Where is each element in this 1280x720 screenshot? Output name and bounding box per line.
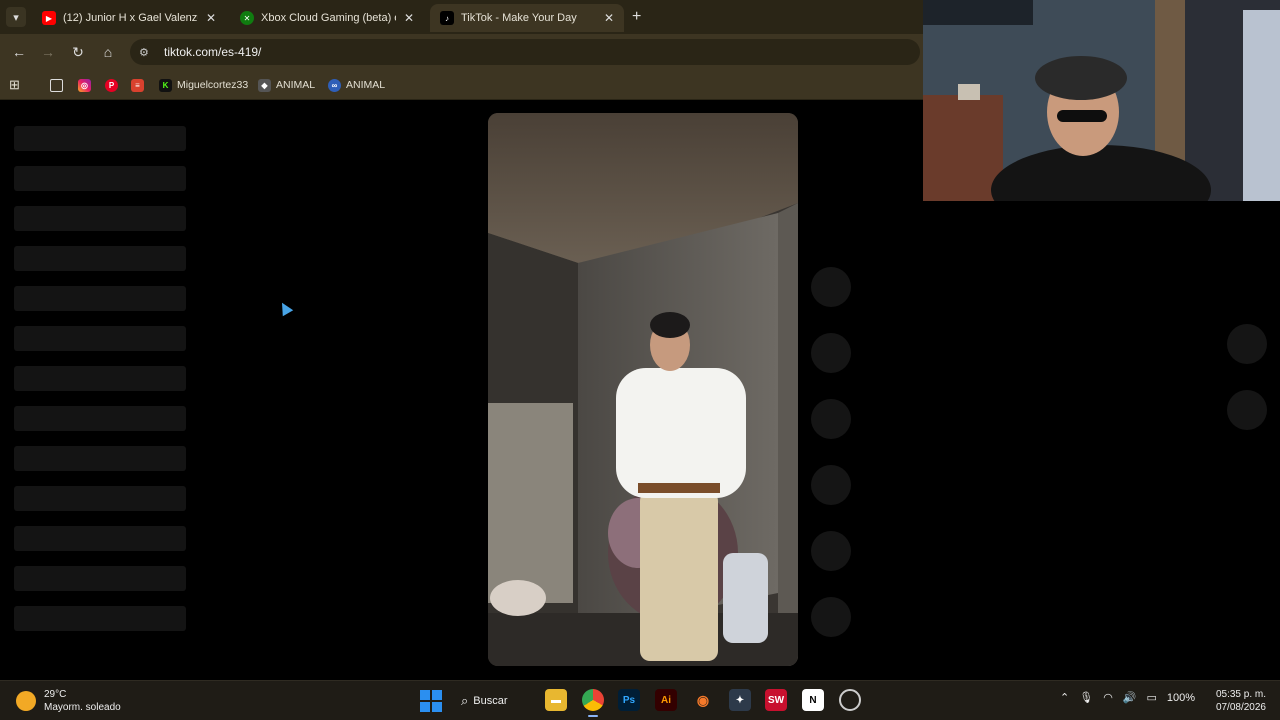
tab-xbox[interactable]: ✕ Xbox Cloud Gaming (beta) en X ✕ xyxy=(230,4,424,32)
taskbar-clock[interactable]: 05:35 p. m. 07/08/2026 xyxy=(1208,688,1266,714)
close-icon[interactable]: ✕ xyxy=(604,11,614,25)
nav-down-button[interactable] xyxy=(1227,390,1267,430)
action-button-placeholder[interactable] xyxy=(811,465,851,505)
action-button-placeholder[interactable] xyxy=(811,267,851,307)
apps-grid-icon[interactable]: ⊞ xyxy=(9,76,20,94)
tab-search-button[interactable]: ▾ xyxy=(6,7,26,27)
bookmark-folder[interactable] xyxy=(50,76,68,94)
weather-widget[interactable]: 29°C Mayorm. soleado xyxy=(16,688,121,714)
bookmark-label: Miguelcortez33 xyxy=(177,79,249,91)
action-button-placeholder[interactable] xyxy=(811,597,851,637)
wifi-icon[interactable]: ◠ xyxy=(1103,691,1113,704)
home-icon[interactable]: ⌂ xyxy=(99,43,117,61)
skeleton-row xyxy=(14,566,186,591)
system-tray: ⌃ 🎙 ◠ 🔊 ▭ 100% xyxy=(1060,691,1205,705)
bookmark-label: ANIMAL xyxy=(346,79,386,91)
reload-icon[interactable]: ↻ xyxy=(69,43,87,61)
back-icon[interactable]: ← xyxy=(10,43,28,61)
kick-icon: K xyxy=(159,78,172,92)
browser-toolbar: ← → ↻ ⌂ ⚙ tiktok.com/es-419/ xyxy=(0,34,923,70)
windows-start-icon[interactable] xyxy=(420,690,442,712)
davinci-icon[interactable]: ✦ xyxy=(729,689,751,711)
animal-icon: ◆ xyxy=(258,78,271,92)
skeleton-row xyxy=(14,606,186,631)
steam-icon[interactable] xyxy=(839,689,861,711)
skeleton-row xyxy=(14,326,186,351)
folder-icon xyxy=(50,78,63,92)
search-label: Buscar xyxy=(473,695,508,707)
tab-title: TikTok - Make Your Day xyxy=(461,12,577,24)
video-player[interactable] xyxy=(488,113,798,666)
skeleton-row xyxy=(14,206,186,231)
tab-title: Xbox Cloud Gaming (beta) en X xyxy=(261,12,396,24)
youtube-icon: ▶ xyxy=(42,11,56,25)
battery-icon[interactable]: ▭ xyxy=(1147,691,1157,704)
bookmark-label: ANIMAL xyxy=(276,79,316,91)
site-info-icon[interactable]: ⚙ xyxy=(139,46,155,59)
bookmark-pinterest[interactable]: P xyxy=(105,76,123,94)
windows-taskbar: 29°C Mayorm. soleado ⌕ Buscar ▬ Ps Ai ◉ … xyxy=(0,680,1280,720)
action-button-placeholder[interactable] xyxy=(811,531,851,571)
action-placeholders xyxy=(811,267,851,663)
bookmarks-bar: ⊞ ◎ P ≡ K Miguelcortez33 ◆ ANIMAL ∞ ANIM… xyxy=(0,70,923,100)
bookmark-animal-1[interactable]: ◆ ANIMAL xyxy=(258,76,315,94)
skeleton-row xyxy=(14,286,186,311)
instagram-icon: ◎ xyxy=(78,78,91,92)
clock-time: 05:35 p. m. xyxy=(1215,689,1266,700)
video-frame xyxy=(488,113,798,666)
webcam-overlay xyxy=(923,0,1280,201)
blender-icon[interactable]: ◉ xyxy=(692,689,714,711)
weather-temp: 29°C xyxy=(44,689,67,700)
skeleton-row xyxy=(14,406,186,431)
solidworks-icon[interactable]: SW xyxy=(765,689,787,711)
tab-tiktok[interactable]: ♪ TikTok - Make Your Day ✕ xyxy=(430,4,624,32)
new-tab-button[interactable]: + xyxy=(632,8,641,26)
photoshop-icon[interactable]: Ps xyxy=(618,689,640,711)
clock-date: 07/08/2026 xyxy=(1215,702,1266,713)
weather-desc: Mayorm. soleado xyxy=(44,702,121,713)
chrome-icon[interactable] xyxy=(582,689,604,717)
weather-sun-icon xyxy=(16,691,36,711)
skeleton-row xyxy=(14,126,186,151)
pinterest-icon: P xyxy=(105,78,118,92)
mouse-cursor-icon xyxy=(276,299,294,317)
sidebar-skeleton xyxy=(14,126,186,646)
skeleton-row xyxy=(14,446,186,471)
url-text: tiktok.com/es-419/ xyxy=(164,45,262,59)
skeleton-row xyxy=(14,246,186,271)
forward-icon[interactable]: → xyxy=(39,43,57,61)
microphone-icon[interactable]: 🎙 xyxy=(1079,691,1093,704)
tab-bar: ▾ ▶ (12) Junior H x Gael Valenzuela ✕ ✕ … xyxy=(0,0,923,34)
volume-icon[interactable]: 🔊 xyxy=(1123,691,1137,704)
nav-up-button[interactable] xyxy=(1227,324,1267,364)
webcam-image xyxy=(923,0,1280,201)
skeleton-row xyxy=(14,366,186,391)
skeleton-row xyxy=(14,526,186,551)
screen: ▾ ▶ (12) Junior H x Gael Valenzuela ✕ ✕ … xyxy=(0,0,1280,720)
skeleton-row xyxy=(14,486,186,511)
file-explorer-icon[interactable]: ▬ xyxy=(545,689,567,711)
bookmark-red-icon: ≡ xyxy=(131,78,144,92)
bookmark-animal-2[interactable]: ∞ ANIMAL xyxy=(328,76,385,94)
close-icon[interactable]: ✕ xyxy=(206,11,216,25)
chevron-up-icon[interactable]: ⌃ xyxy=(1060,691,1069,704)
xbox-icon: ✕ xyxy=(240,11,254,25)
battery-percent: 100% xyxy=(1166,691,1196,704)
skeleton-row xyxy=(14,166,186,191)
illustrator-icon[interactable]: Ai xyxy=(655,689,677,711)
search-icon: ⌕ xyxy=(461,693,469,708)
action-button-placeholder[interactable] xyxy=(811,333,851,373)
close-icon[interactable]: ✕ xyxy=(404,11,414,25)
bookmark-instagram[interactable]: ◎ xyxy=(78,76,96,94)
notion-icon[interactable]: N xyxy=(802,689,824,711)
bookmark-kick[interactable]: K Miguelcortez33 xyxy=(159,76,248,94)
link-icon: ∞ xyxy=(328,78,341,92)
tab-youtube[interactable]: ▶ (12) Junior H x Gael Valenzuela ✕ xyxy=(32,4,226,32)
tab-title: (12) Junior H x Gael Valenzuela xyxy=(63,12,198,24)
bookmark-red[interactable]: ≡ xyxy=(131,76,149,94)
address-bar[interactable]: ⚙ tiktok.com/es-419/ xyxy=(130,39,920,65)
tiktok-icon: ♪ xyxy=(440,11,454,25)
taskbar-search[interactable]: ⌕ Buscar xyxy=(461,689,508,713)
action-button-placeholder[interactable] xyxy=(811,399,851,439)
